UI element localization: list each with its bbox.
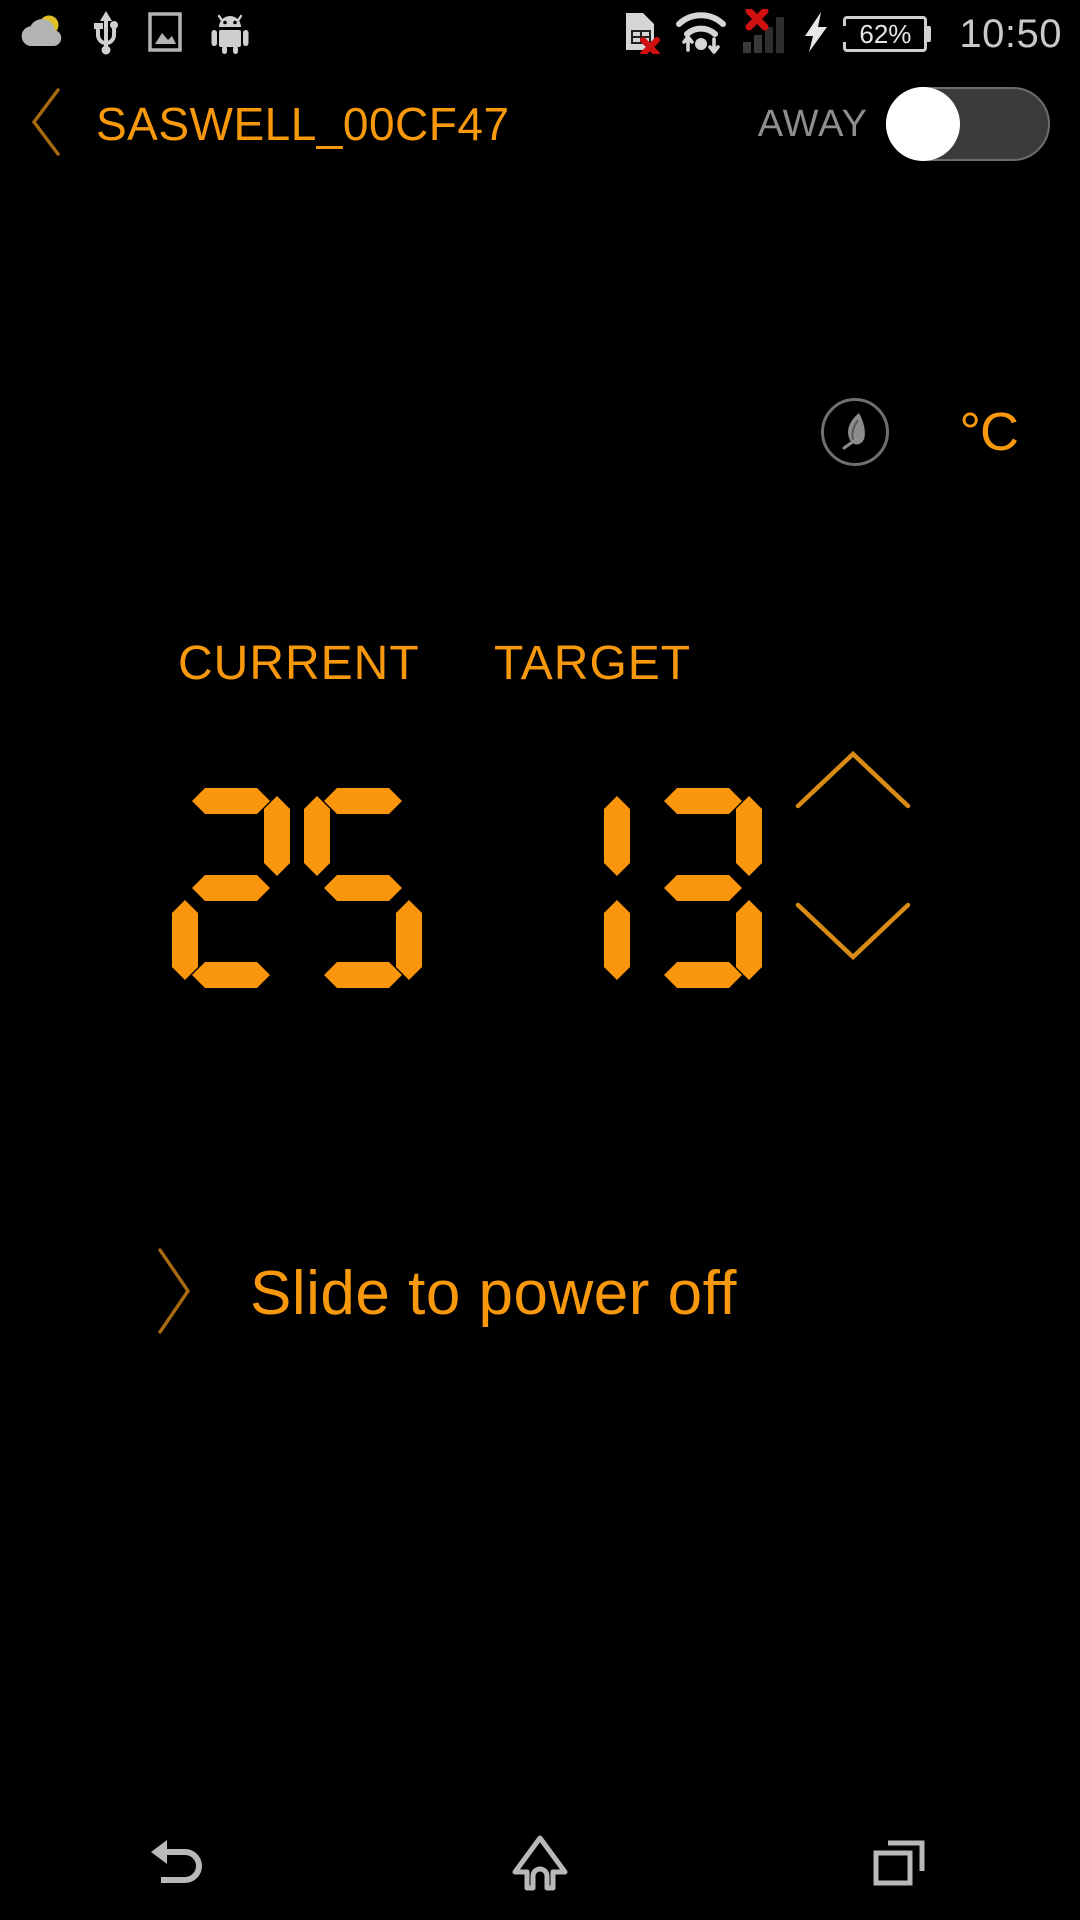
segment-b	[264, 796, 290, 876]
wifi-transfer-icon	[675, 10, 727, 59]
chevron-left-icon	[26, 86, 70, 163]
chevron-right-icon	[150, 1245, 196, 1342]
chevron-down-icon	[792, 902, 914, 967]
seven-segment-digit	[304, 788, 422, 988]
nav-recents-button[interactable]	[720, 1810, 1080, 1920]
segment-a	[324, 788, 402, 814]
slide-to-power-off-label: Slide to power off	[250, 1258, 737, 1328]
target-stepper	[792, 748, 914, 968]
segment-d	[532, 962, 610, 988]
stepper-up-button[interactable]	[792, 748, 914, 817]
status-bar-right-icons: 62% 10:50	[621, 7, 1080, 60]
away-label: AWAY	[757, 102, 868, 145]
home-icon	[509, 1832, 571, 1899]
mobile-signal-error-icon	[741, 7, 789, 60]
segment-g	[192, 875, 270, 901]
target-temperature-display[interactable]	[512, 788, 762, 988]
mode-row: °C	[0, 398, 1080, 466]
segment-g	[324, 875, 402, 901]
screenshot-image-icon	[148, 11, 182, 58]
segment-g	[532, 875, 610, 901]
nav-home-button[interactable]	[360, 1810, 720, 1920]
segment-d	[324, 962, 402, 988]
segment-b	[604, 796, 630, 876]
recents-icon	[870, 1835, 930, 1896]
segment-g	[664, 875, 742, 901]
page-title: SASWELL_00CF47	[96, 98, 510, 150]
segment-c	[264, 900, 290, 980]
back-button[interactable]	[0, 68, 96, 180]
android-nav-bar	[0, 1810, 1080, 1920]
segment-b	[736, 796, 762, 876]
segment-f	[172, 796, 198, 876]
sim-card-error-icon	[621, 10, 661, 59]
segment-e	[172, 900, 198, 980]
segment-a	[532, 788, 610, 814]
battery-indicator: 62%	[842, 16, 932, 52]
readout-headings: CURRENT TARGET	[0, 636, 1080, 692]
current-label: CURRENT	[178, 637, 420, 690]
back-icon	[145, 1834, 215, 1897]
stepper-down-button[interactable]	[792, 899, 914, 968]
segment-f	[512, 796, 538, 876]
segment-c	[604, 900, 630, 980]
segment-e	[644, 900, 670, 980]
segment-e	[304, 900, 330, 980]
status-bar: 62% 10:50	[0, 0, 1080, 68]
segment-b	[396, 796, 422, 876]
away-control[interactable]: AWAY	[758, 87, 1080, 161]
battery-percent-label: 62%	[859, 19, 912, 49]
segment-a	[192, 788, 270, 814]
temperature-unit-label[interactable]: °C	[959, 405, 1019, 459]
flame-leaf-icon	[838, 410, 872, 455]
nav-back-button[interactable]	[0, 1810, 360, 1920]
android-icon	[210, 10, 250, 59]
charging-bolt-icon	[803, 10, 829, 59]
seven-segment-digit	[512, 788, 630, 988]
segment-a	[664, 788, 742, 814]
flame-mode-button[interactable]	[821, 398, 890, 466]
away-toggle[interactable]	[886, 87, 1050, 161]
chevron-up-icon	[792, 750, 914, 816]
title-bar: SASWELL_00CF47 AWAY	[0, 68, 1080, 180]
seven-segment-digit	[644, 788, 762, 988]
segment-d	[192, 962, 270, 988]
usb-icon	[92, 9, 120, 60]
status-bar-clock: 10:50	[959, 12, 1062, 56]
seven-segment-digit	[172, 788, 290, 988]
segment-e	[512, 900, 538, 980]
weather-cloud-sun-icon	[18, 12, 64, 57]
segment-f	[304, 796, 330, 876]
segment-c	[736, 900, 762, 980]
segment-c	[396, 900, 422, 980]
slide-to-power-off[interactable]: Slide to power off	[0, 1238, 1080, 1348]
segment-d	[664, 962, 742, 988]
thermostat-screen: 62% 10:50 SASWELL_00CF47 AWAY °C CURRENT…	[0, 0, 1080, 1920]
away-toggle-knob[interactable]	[886, 87, 960, 161]
status-bar-left-icons	[0, 9, 250, 60]
segment-f	[644, 796, 670, 876]
target-label: TARGET	[494, 637, 692, 690]
current-temperature-display	[172, 788, 422, 988]
